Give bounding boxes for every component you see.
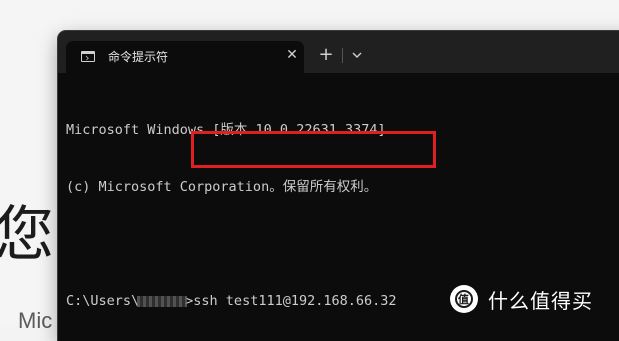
chevron-down-icon[interactable] <box>348 46 366 64</box>
tab-divider <box>342 48 343 63</box>
copyright-line: (c) Microsoft Corporation。保留所有权利。 <box>66 179 378 195</box>
close-tab-button[interactable]: ✕ <box>284 47 300 63</box>
tab-title: 命令提示符 <box>108 50 169 64</box>
watermark: 什么值得买 <box>450 284 593 314</box>
new-tab-button[interactable]: + <box>316 45 336 65</box>
watermark-text: 什么值得买 <box>488 288 593 313</box>
logo-mark <box>455 290 473 308</box>
red-highlight-box <box>191 131 436 168</box>
command-prompt-icon <box>81 51 95 62</box>
tab-command-prompt[interactable]: 命令提示符 ✕ <box>66 41 304 73</box>
watermark-logo-icon <box>450 285 478 313</box>
background-subtext: Mic <box>18 308 53 333</box>
prompt-prefix: C:\Users\ <box>66 293 140 309</box>
title-bar[interactable]: 命令提示符 ✕ + <box>58 31 619 73</box>
typed-command: ssh test111@192.168.66.32 <box>193 293 397 309</box>
redacted-username <box>137 295 188 307</box>
